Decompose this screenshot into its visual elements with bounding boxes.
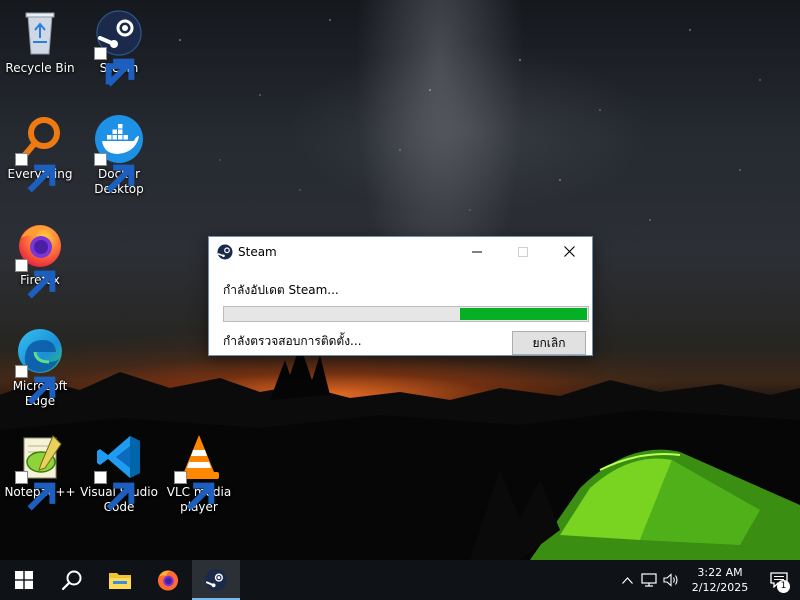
close-button[interactable]	[546, 237, 592, 266]
desktop-icon-docker-desktop[interactable]: Docker Desktop	[80, 114, 158, 197]
shortcut-arrow-icon	[94, 47, 135, 87]
minimize-button[interactable]	[454, 237, 500, 266]
update-message: กำลังอัปเดต Steam...	[223, 283, 339, 297]
clock-time: 3:22 AM	[697, 566, 743, 579]
desktop-icon-everything[interactable]: Everything	[1, 114, 79, 193]
progress-fill	[459, 308, 587, 320]
maximize-icon	[518, 246, 528, 257]
maximize-button	[500, 237, 546, 266]
taskbar: 3:22 AM 2/12/2025 1	[0, 560, 800, 600]
volume-icon	[663, 573, 678, 587]
action-center-button[interactable]: 1	[758, 560, 800, 600]
everything-search-icon	[15, 114, 65, 193]
network-button[interactable]	[638, 560, 660, 600]
taskbar-file-explorer[interactable]	[96, 560, 144, 600]
desktop-icon-vlc-media-player[interactable]: VLC media player	[160, 432, 238, 515]
shortcut-arrow-icon	[94, 471, 135, 511]
docker-icon	[94, 114, 144, 193]
desktop-icon-recycle-bin[interactable]: Recycle Bin	[1, 8, 79, 76]
desktop-icon-microsoft-edge[interactable]: Microsoft Edge	[1, 326, 79, 409]
desktop-icon-label: Recycle Bin	[5, 61, 75, 75]
steam-icon	[217, 244, 233, 259]
dialog-title: Steam	[238, 244, 277, 259]
search-button[interactable]	[48, 560, 96, 600]
notepad-plus-plus-icon	[15, 432, 65, 511]
taskbar-firefox[interactable]	[144, 560, 192, 600]
dialog-titlebar[interactable]: Steam	[209, 237, 592, 266]
steam-update-dialog: Steam กำลังอัปเดต Steam... กำลังตรวจสอบก…	[208, 236, 593, 356]
shortcut-arrow-icon	[15, 259, 56, 299]
firefox-icon	[15, 220, 65, 299]
shortcut-arrow-icon	[15, 153, 56, 193]
network-icon	[641, 573, 657, 587]
desktop-icon-visual-studio-code[interactable]: Visual Studio Code	[80, 432, 158, 515]
recycle-bin-icon	[15, 8, 65, 58]
close-icon	[563, 246, 575, 257]
file-explorer-icon	[109, 573, 131, 589]
steam-icon	[204, 568, 228, 592]
update-status-text: กำลังตรวจสอบการติดตั้ง...	[223, 334, 362, 348]
update-progress-bar	[223, 306, 589, 322]
taskbar-clock[interactable]: 3:22 AM 2/12/2025	[682, 565, 758, 595]
desktop-icon-firefox[interactable]: Firefox	[1, 220, 79, 299]
shortcut-arrow-icon	[15, 365, 56, 405]
clock-date: 2/12/2025	[691, 581, 749, 594]
volume-button[interactable]	[660, 560, 682, 600]
steam-icon	[94, 8, 144, 87]
desktop-icon-steam[interactable]: Steam	[80, 8, 158, 87]
shortcut-arrow-icon	[174, 471, 215, 511]
search-icon	[61, 570, 82, 591]
start-button[interactable]	[0, 560, 48, 600]
notification-count-badge: 1	[777, 580, 790, 593]
shortcut-arrow-icon	[94, 153, 135, 193]
minimize-icon	[472, 251, 482, 252]
cancel-button[interactable]: ยกเลิก	[512, 331, 586, 355]
chevron-up-icon	[621, 576, 633, 584]
taskbar-steam[interactable]	[192, 560, 240, 600]
show-hidden-icons-button[interactable]	[616, 560, 638, 600]
firefox-icon	[157, 570, 179, 591]
desktop-icon-notepad-plus-plus[interactable]: Notepad++	[1, 432, 79, 511]
edge-icon	[15, 326, 65, 405]
system-tray: 3:22 AM 2/12/2025 1	[616, 560, 800, 600]
windows-start-icon	[15, 571, 33, 589]
vscode-icon	[94, 432, 144, 511]
vlc-icon	[174, 432, 224, 511]
shortcut-arrow-icon	[15, 471, 56, 511]
